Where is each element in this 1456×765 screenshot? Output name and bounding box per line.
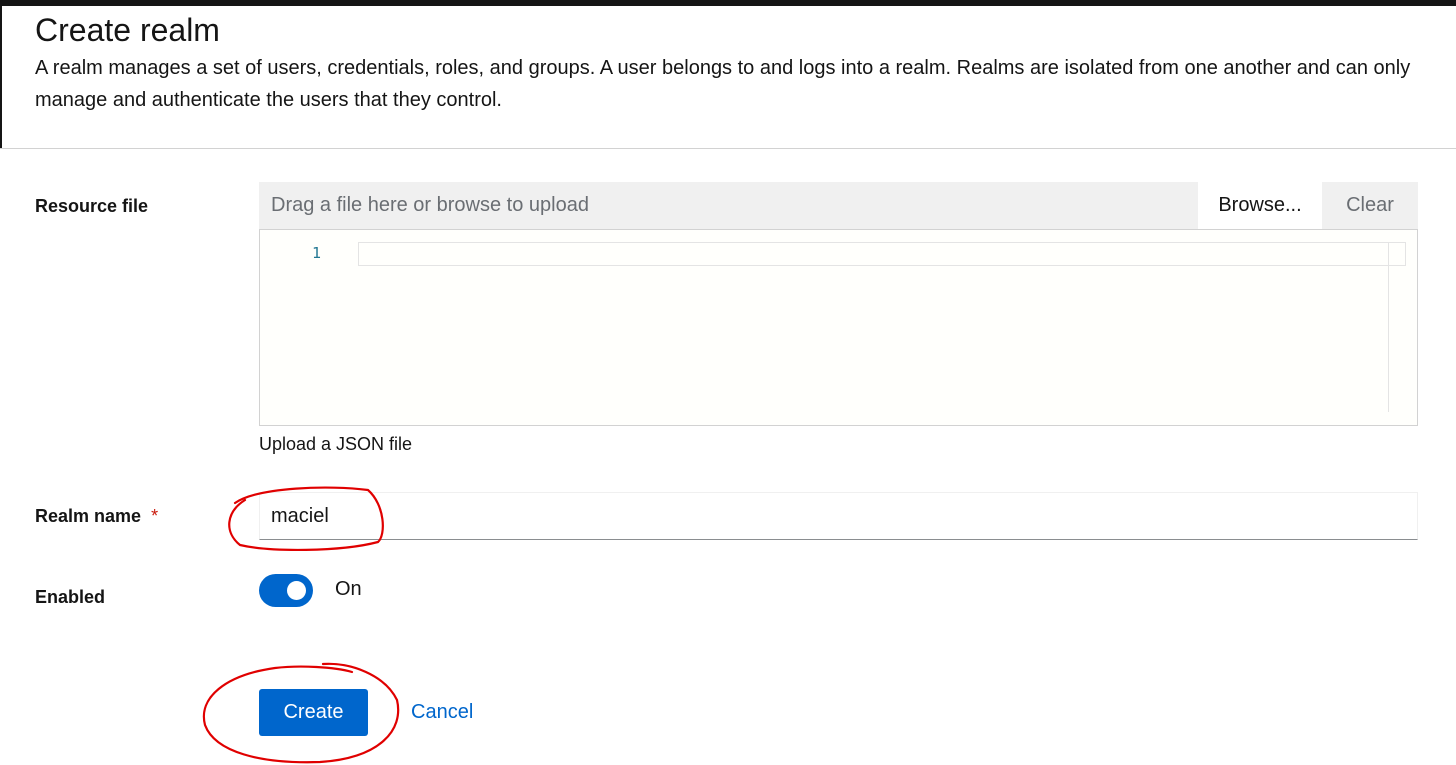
- enabled-label: Enabled: [35, 587, 106, 607]
- realm-name-label: Realm name *: [35, 506, 158, 527]
- create-button[interactable]: Create: [259, 689, 368, 736]
- required-asterisk: *: [151, 506, 159, 526]
- realm-name-label-text: Realm name: [35, 506, 142, 526]
- enabled-state-text: On: [335, 578, 362, 600]
- editor-scrollbar[interactable]: [1388, 242, 1389, 412]
- json-code-editor[interactable]: 1: [259, 229, 1418, 426]
- browse-button[interactable]: Browse...: [1198, 182, 1322, 229]
- left-border: [0, 6, 2, 148]
- top-bar: [0, 0, 1456, 6]
- cancel-link[interactable]: Cancel: [411, 701, 473, 724]
- page-title: Create realm: [35, 12, 220, 48]
- page-description: A realm manages a set of users, credenti…: [35, 57, 1411, 111]
- editor-current-line: [358, 242, 1406, 266]
- realm-name-input[interactable]: [259, 492, 1418, 540]
- header-divider: [0, 148, 1456, 149]
- toggle-knob: [287, 581, 306, 600]
- upload-helper-text: Upload a JSON file: [259, 434, 413, 454]
- clear-button[interactable]: Clear: [1322, 182, 1418, 229]
- editor-line-number: 1: [312, 244, 322, 262]
- enabled-toggle[interactable]: [259, 574, 313, 607]
- file-upload-input[interactable]: [259, 182, 1198, 229]
- file-upload-bar: Browse... Clear: [259, 182, 1418, 229]
- resource-file-label: Resource file: [35, 196, 149, 216]
